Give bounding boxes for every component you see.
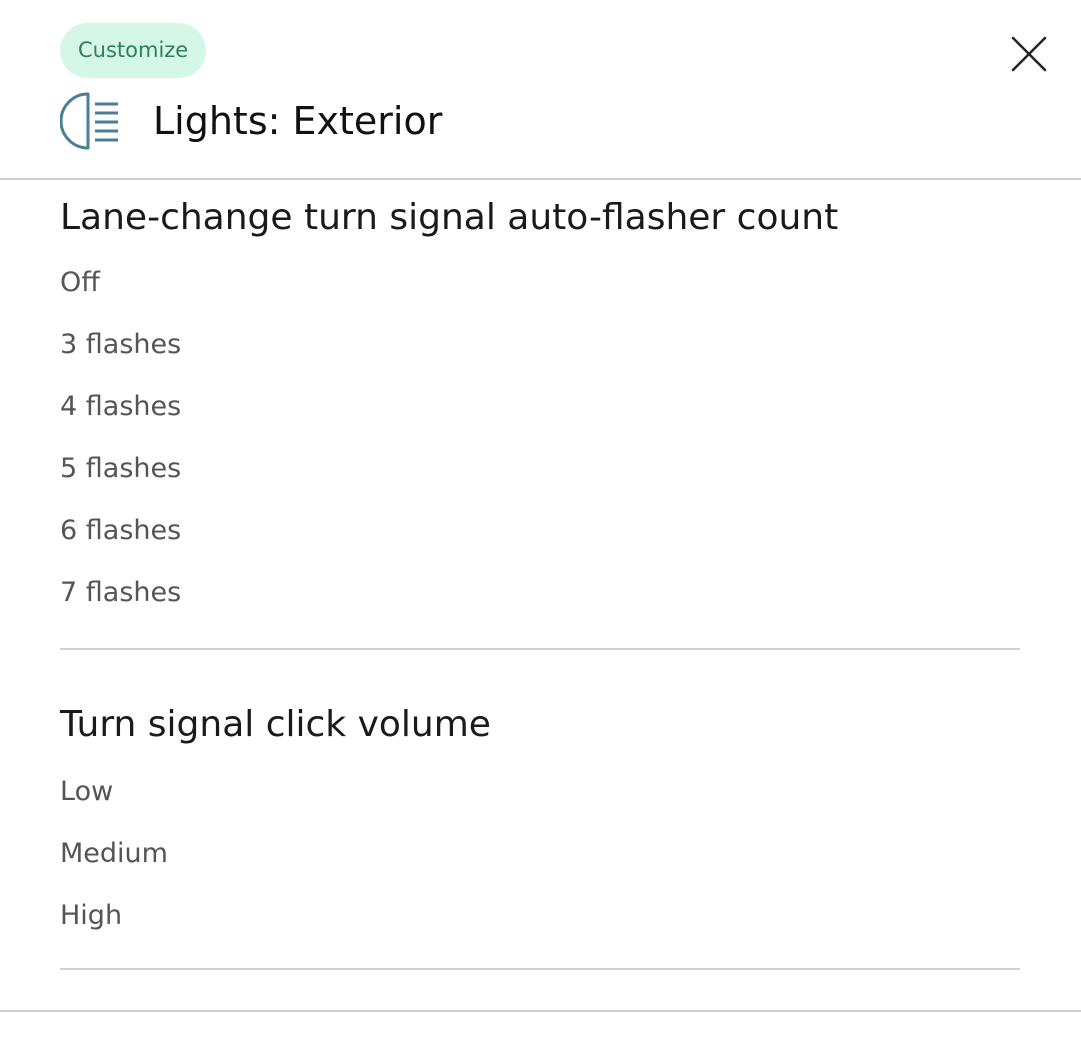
option-3-flashes[interactable]: 3 flashes: [60, 314, 1020, 376]
option-high[interactable]: High: [60, 885, 1020, 947]
headlight-icon: [60, 92, 118, 150]
option-low[interactable]: Low: [60, 761, 1020, 823]
close-icon[interactable]: [1005, 30, 1053, 78]
section-divider: [60, 648, 1020, 650]
title-row: Lights: Exterior: [60, 90, 442, 152]
bottom-divider: [0, 1010, 1081, 1012]
click-volume-options: Low Medium High: [60, 761, 1020, 947]
option-5-flashes[interactable]: 5 flashes: [60, 438, 1020, 500]
click-volume-section: Turn signal click volume Low Medium High: [60, 703, 1020, 947]
section-title: Turn signal click volume: [60, 704, 491, 745]
section-title: Lane-change turn signal auto-flasher cou…: [60, 197, 839, 238]
page-title: Lights: Exterior: [153, 99, 443, 143]
option-4-flashes[interactable]: 4 flashes: [60, 376, 1020, 438]
panel-header: Customize Lights: Exterior: [0, 0, 1081, 180]
option-7-flashes[interactable]: 7 flashes: [60, 562, 1020, 624]
option-6-flashes[interactable]: 6 flashes: [60, 500, 1020, 562]
option-medium[interactable]: Medium: [60, 823, 1020, 885]
customize-badge: Customize: [60, 23, 207, 78]
auto-flasher-section: Lane-change turn signal auto-flasher cou…: [60, 196, 1020, 624]
section-divider: [60, 968, 1020, 970]
auto-flasher-options: Off 3 flashes 4 flashes 5 flashes 6 flas…: [60, 252, 1020, 624]
option-off[interactable]: Off: [60, 252, 1020, 314]
